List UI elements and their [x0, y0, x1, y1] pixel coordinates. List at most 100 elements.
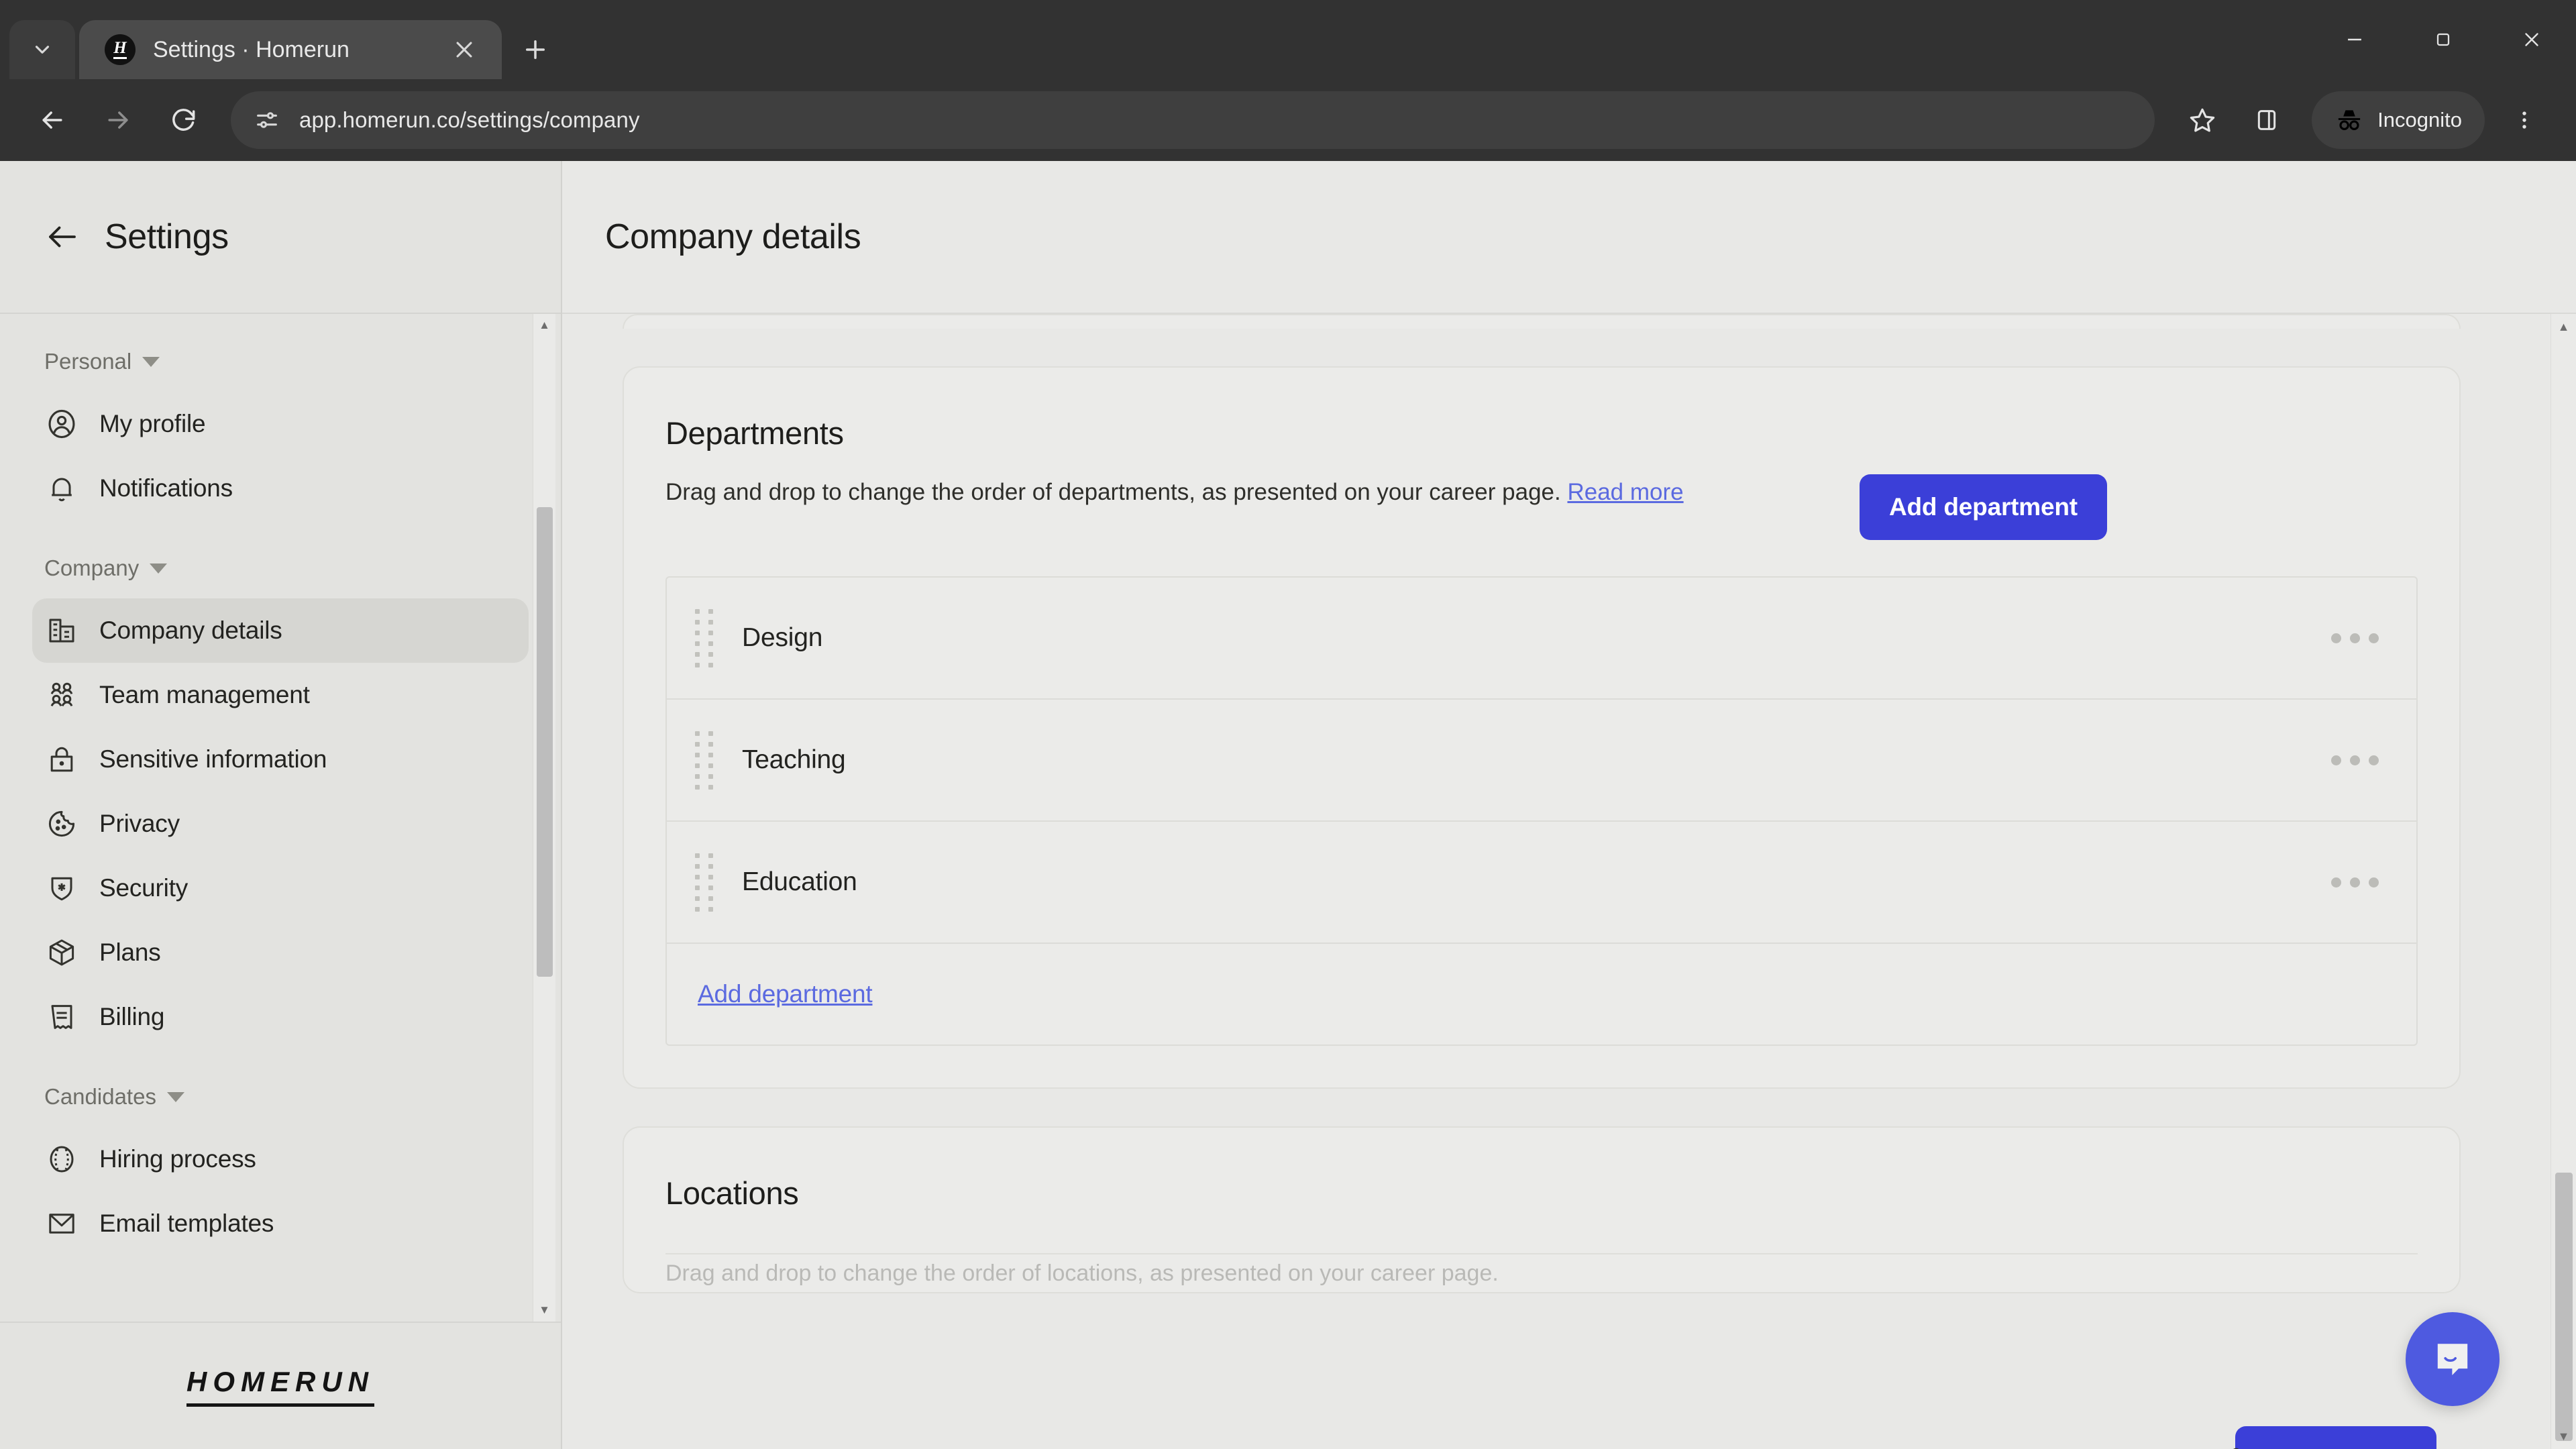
chat-launcher-button[interactable] — [2406, 1312, 2500, 1406]
sidebar-group-personal[interactable]: Personal — [0, 349, 561, 374]
sidebar-item-label: Notifications — [99, 474, 233, 502]
users-icon — [44, 678, 79, 712]
incognito-label: Incognito — [2377, 108, 2462, 131]
sidebar-item-team-management[interactable]: Team management — [32, 663, 529, 727]
table-row[interactable]: Design — [667, 578, 2416, 700]
departments-card: Departments Drag and drop to change the … — [623, 366, 2461, 1089]
sidebar-group-label: Personal — [44, 349, 132, 374]
drag-handle-icon[interactable] — [667, 731, 724, 790]
main-header: Company details — [562, 161, 2576, 314]
cookie-icon — [44, 806, 79, 841]
add-department-row[interactable]: Add department — [667, 944, 2416, 1044]
row-menu-button[interactable] — [2331, 877, 2379, 888]
window-maximize-button[interactable] — [2399, 0, 2487, 79]
sidebar-item-privacy[interactable]: Privacy — [32, 792, 529, 856]
url-text: app.homerun.co/settings/company — [299, 107, 640, 132]
star-icon — [2190, 108, 2215, 132]
building-icon — [44, 613, 79, 648]
chrome-menu-button[interactable] — [2496, 91, 2553, 149]
scroll-up-arrow-icon[interactable]: ▲ — [2551, 314, 2576, 339]
locations-description-text: Drag and drop to change the order of loc… — [665, 1260, 1499, 1286]
forward-arrow-icon — [108, 111, 128, 129]
bell-icon — [44, 471, 79, 506]
settings-sidebar: Settings Personal My profile Notificatio… — [0, 161, 562, 1449]
sidebar-item-my-profile[interactable]: My profile — [32, 392, 529, 456]
sidebar-title: Settings — [105, 217, 229, 256]
department-name: Education — [742, 867, 857, 896]
reload-button[interactable] — [154, 91, 213, 150]
locations-title: Locations — [665, 1175, 799, 1211]
departments-header-row: Drag and drop to change the order of dep… — [624, 474, 2459, 576]
locations-description: Drag and drop to change the order of loc… — [665, 1254, 2418, 1292]
sidebar-item-plans[interactable]: Plans — [32, 920, 529, 985]
incognito-indicator[interactable]: Incognito — [2312, 91, 2485, 149]
table-row[interactable]: Teaching — [667, 700, 2416, 822]
tab-close-button[interactable] — [445, 31, 483, 68]
sidebar-item-hiring-process[interactable]: Hiring process — [32, 1127, 529, 1191]
side-panel-button[interactable] — [2238, 91, 2296, 149]
locations-body: Drag and drop to change the order of loc… — [624, 1253, 2459, 1292]
sidebar-scroll-area: Personal My profile Notifications Compan… — [0, 314, 561, 1322]
main-scroll-area: Departments Drag and drop to change the … — [562, 314, 2576, 1449]
page-info-icon[interactable] — [254, 107, 280, 133]
main-scrollbar-thumb[interactable] — [2555, 1173, 2573, 1441]
box-icon — [44, 935, 79, 970]
lock-icon — [44, 742, 79, 777]
sidebar-group-company[interactable]: Company — [0, 555, 561, 581]
sidebar-scrollbar[interactable]: ▲ ▼ — [533, 314, 555, 1322]
main-scrollbar[interactable]: ▲ ▼ — [2551, 314, 2576, 1449]
plus-icon — [526, 40, 545, 59]
chevron-down-icon — [35, 46, 50, 54]
add-department-link[interactable]: Add department — [698, 980, 873, 1008]
read-more-link[interactable]: Read more — [1567, 479, 1683, 505]
page-content: Settings Personal My profile Notificatio… — [0, 161, 2576, 1449]
receipt-icon — [44, 1000, 79, 1034]
sidebar-item-label: Billing — [99, 1003, 165, 1030]
side-panel-icon — [2258, 110, 2276, 130]
chat-bubble-icon — [2437, 1344, 2468, 1375]
sidebar-item-label: Security — [99, 874, 189, 902]
sidebar-item-email-templates[interactable]: Email templates — [32, 1191, 529, 1256]
add-department-button[interactable]: Add department — [1860, 474, 2107, 540]
row-menu-button[interactable] — [2331, 633, 2379, 643]
sidebar-item-label: Hiring process — [99, 1145, 256, 1173]
close-icon — [456, 42, 472, 58]
minimize-icon — [2348, 38, 2361, 41]
table-row[interactable]: Education — [667, 822, 2416, 944]
drag-handle-icon[interactable] — [667, 853, 724, 912]
scroll-up-arrow-icon[interactable]: ▲ — [533, 314, 555, 337]
bookmark-button[interactable] — [2174, 91, 2231, 149]
three-dots-vertical-icon — [2522, 111, 2526, 129]
sidebar-back-button[interactable] — [44, 219, 80, 255]
sidebar-item-billing[interactable]: Billing — [32, 985, 529, 1049]
window-close-button[interactable] — [2487, 0, 2576, 79]
sidebar-item-label: Sensitive information — [99, 745, 327, 773]
ball-icon — [44, 1142, 79, 1177]
sidebar-item-label: Company details — [99, 616, 282, 644]
sidebar-item-notifications[interactable]: Notifications — [32, 456, 529, 521]
address-bar[interactable]: app.homerun.co/settings/company — [231, 91, 2155, 149]
scroll-down-arrow-icon[interactable]: ▼ — [533, 1299, 555, 1322]
reload-icon — [172, 109, 195, 131]
window-minimize-button[interactable] — [2310, 0, 2399, 79]
user-circle-icon — [44, 407, 79, 441]
browser-tab[interactable]: H Settings · Homerun — [79, 20, 502, 79]
browser-window: H Settings · Homerun app.homerun.co/sett… — [0, 0, 2576, 1449]
sidebar-group-candidates[interactable]: Candidates — [0, 1084, 561, 1110]
chevron-down-icon — [166, 1091, 184, 1102]
sidebar-item-company-details[interactable]: Company details — [32, 598, 529, 663]
back-button[interactable] — [23, 91, 82, 150]
departments-title: Departments — [665, 415, 844, 451]
new-tab-button[interactable] — [511, 25, 559, 74]
scroll-down-arrow-icon[interactable]: ▼ — [2551, 1424, 2576, 1449]
sidebar-item-sensitive-information[interactable]: Sensitive information — [32, 727, 529, 792]
sidebar-scrollbar-thumb[interactable] — [537, 507, 553, 977]
row-menu-button[interactable] — [2331, 755, 2379, 765]
drag-handle-icon[interactable] — [667, 608, 724, 667]
sidebar-item-label: Team management — [99, 681, 310, 708]
envelope-icon — [44, 1206, 79, 1241]
forward-button[interactable] — [89, 91, 148, 150]
tab-search-button[interactable] — [9, 20, 75, 79]
sidebar-item-security[interactable]: Security — [32, 856, 529, 920]
